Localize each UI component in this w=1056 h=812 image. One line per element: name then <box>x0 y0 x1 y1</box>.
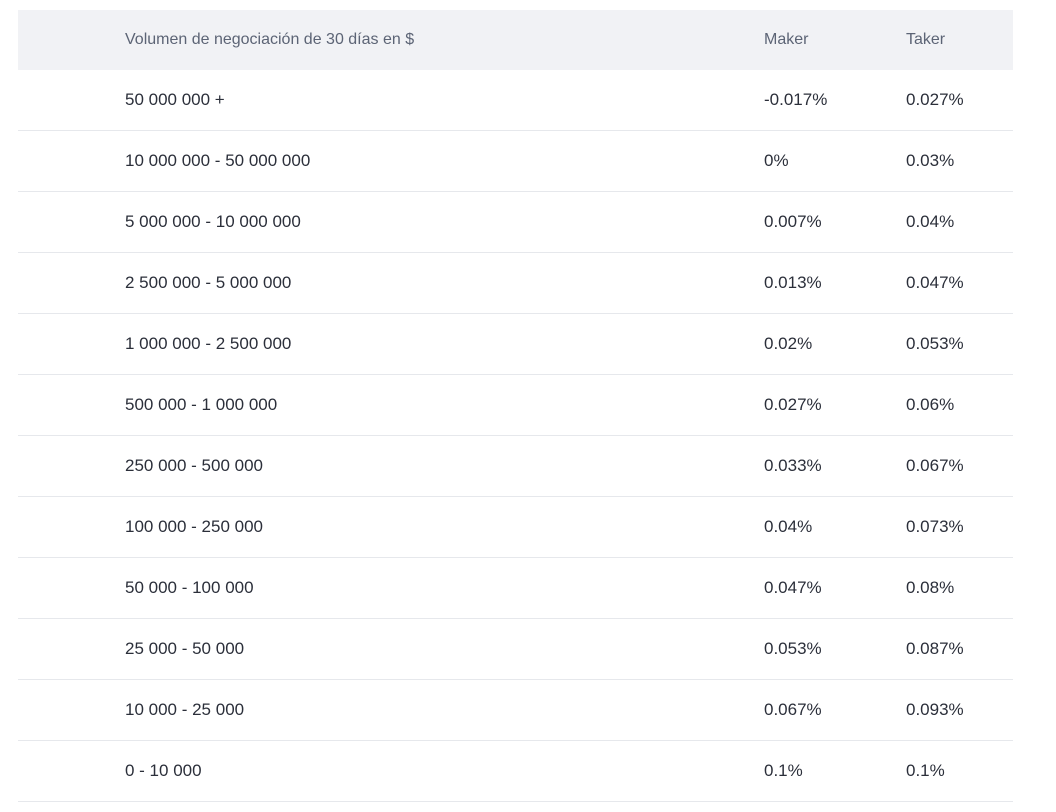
maker-cell: 0.053% <box>764 639 822 658</box>
volume-cell: 10 000 - 25 000 <box>125 700 245 719</box>
header-volume: Volumen de negociación de 30 días en $ <box>125 31 415 48</box>
table-row: 10 000 000 - 50 000 000 0% 0.03% <box>18 131 1013 192</box>
maker-cell: 0.027% <box>764 395 822 414</box>
volume-cell: 50 000 - 100 000 <box>125 578 254 597</box>
table-row: 2 500 000 - 5 000 000 0.013% 0.047% <box>18 253 1013 314</box>
taker-cell: 0.04% <box>906 212 955 231</box>
table-row: 50 000 - 100 000 0.047% 0.08% <box>18 558 1013 619</box>
taker-cell: 0.03% <box>906 151 955 170</box>
table-row: 0 - 10 000 0.1% 0.1% <box>18 741 1013 802</box>
table-row: 25 000 - 50 000 0.053% 0.087% <box>18 619 1013 680</box>
maker-cell: 0.1% <box>764 761 803 780</box>
volume-cell: 5 000 000 - 10 000 000 <box>125 212 301 231</box>
volume-cell: 500 000 - 1 000 000 <box>125 395 278 414</box>
volume-cell: 10 000 000 - 50 000 000 <box>125 151 311 170</box>
taker-cell: 0.053% <box>906 334 964 353</box>
taker-cell: 0.06% <box>906 395 955 414</box>
taker-cell: 0.073% <box>906 517 964 536</box>
volume-cell: 50 000 000 + <box>125 90 225 109</box>
maker-cell: 0.02% <box>764 334 813 353</box>
volume-cell: 250 000 - 500 000 <box>125 456 264 475</box>
maker-cell: 0.007% <box>764 212 822 231</box>
table-row: 1 000 000 - 2 500 000 0.02% 0.053% <box>18 314 1013 375</box>
taker-cell: 0.08% <box>906 578 955 597</box>
taker-cell: 0.087% <box>906 639 964 658</box>
maker-cell: 0.013% <box>764 273 822 292</box>
taker-cell: 0.067% <box>906 456 964 475</box>
maker-cell: -0.017% <box>764 90 828 109</box>
maker-cell: 0.04% <box>764 517 813 536</box>
table-row: 500 000 - 1 000 000 0.027% 0.06% <box>18 375 1013 436</box>
table-row: 50 000 000 + -0.017% 0.027% <box>18 70 1013 131</box>
table-row: 10 000 - 25 000 0.067% 0.093% <box>18 680 1013 741</box>
maker-cell: 0% <box>764 151 789 170</box>
volume-cell: 0 - 10 000 <box>125 761 202 780</box>
volume-cell: 100 000 - 250 000 <box>125 517 264 536</box>
maker-cell: 0.033% <box>764 456 822 475</box>
maker-cell: 0.067% <box>764 700 822 719</box>
volume-cell: 2 500 000 - 5 000 000 <box>125 273 292 292</box>
taker-cell: 0.093% <box>906 700 964 719</box>
volume-cell: 1 000 000 - 2 500 000 <box>125 334 292 353</box>
volume-cell: 25 000 - 50 000 <box>125 639 245 658</box>
table-row: 100 000 - 250 000 0.04% 0.073% <box>18 497 1013 558</box>
maker-cell: 0.047% <box>764 578 822 597</box>
taker-cell: 0.047% <box>906 273 964 292</box>
fee-table: Volumen de negociación de 30 días en $ M… <box>18 10 1013 802</box>
taker-cell: 0.027% <box>906 90 964 109</box>
header-taker: Taker <box>906 31 946 48</box>
header-maker: Maker <box>764 31 809 48</box>
taker-cell: 0.1% <box>906 761 945 780</box>
table-row: 250 000 - 500 000 0.033% 0.067% <box>18 436 1013 497</box>
table-header: Volumen de negociación de 30 días en $ M… <box>18 10 1013 70</box>
table-row: 5 000 000 - 10 000 000 0.007% 0.04% <box>18 192 1013 253</box>
